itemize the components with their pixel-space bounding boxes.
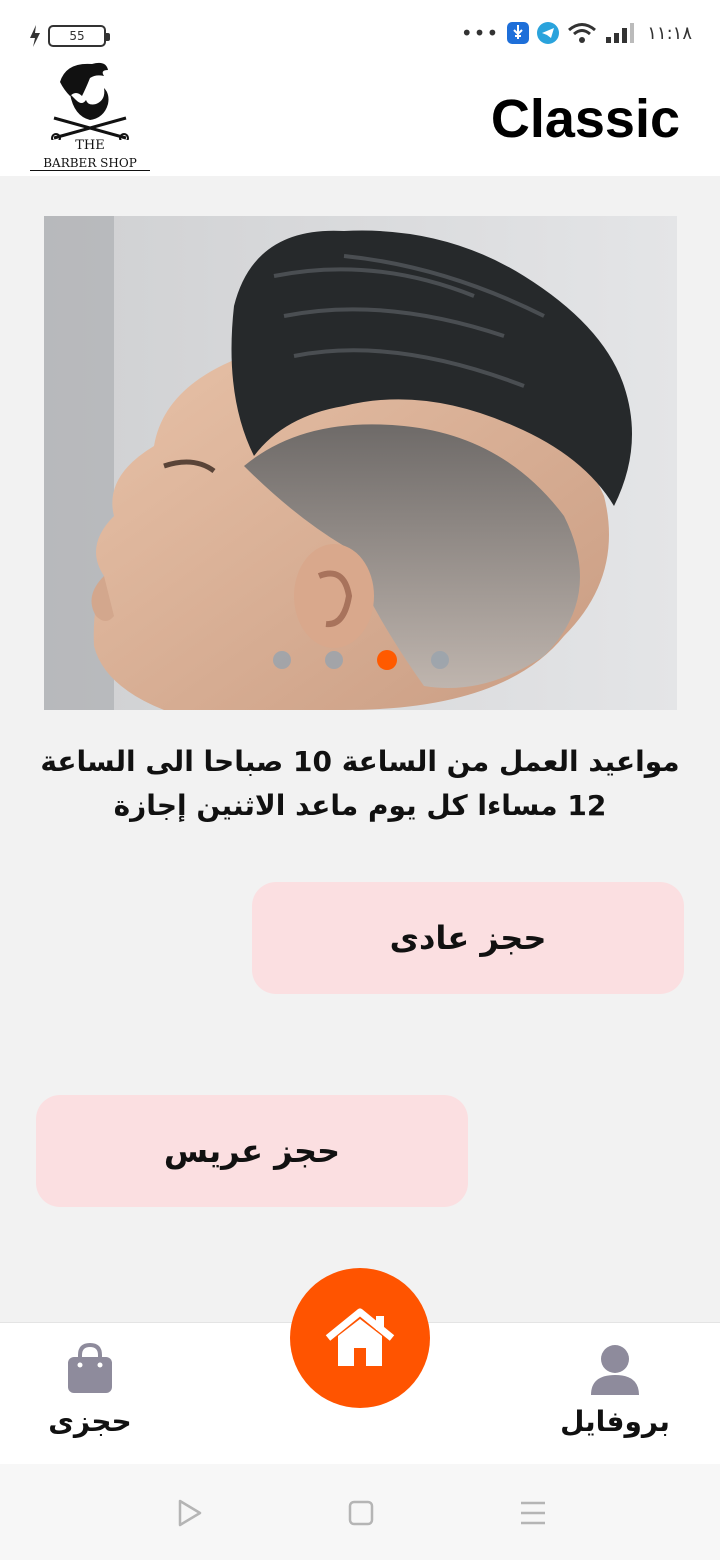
haircut-carousel[interactable] [44, 216, 677, 710]
home-button[interactable] [290, 1268, 430, 1408]
battery-icon: 55 [48, 25, 110, 47]
menu-lines-icon [521, 1501, 545, 1525]
working-hours-line-1: مواعيد العمل من الساعة 10 صباحا الى السا… [40, 745, 680, 778]
square-home-icon [348, 1500, 374, 1526]
nav-profile[interactable]: بروفايل [560, 1343, 670, 1438]
working-hours-text: مواعيد العمل من الساعة 10 صباحا الى السا… [40, 740, 680, 828]
carousel-dot-2[interactable] [324, 651, 343, 669]
app-header: THE BARBER SHOP Classic [0, 60, 720, 176]
carousel-dot-4[interactable] [430, 651, 449, 669]
more-notifications-icon: ••• [460, 21, 500, 45]
groom-booking-button[interactable]: حجز عريس [36, 1095, 468, 1207]
logo-text-barber-shop: BARBER SHOP [30, 156, 150, 171]
wifi-icon [568, 23, 597, 43]
nav-my-bookings-label: حجزى [48, 1405, 132, 1438]
page-title: Classic [490, 89, 680, 149]
barber-shop-logo: THE BARBER SHOP [30, 60, 150, 176]
normal-booking-button[interactable]: حجز عادى [252, 882, 684, 994]
shopping-bag-icon [68, 1343, 112, 1393]
status-left: 55 [28, 24, 110, 48]
system-back-button[interactable] [175, 1498, 205, 1528]
nav-profile-label: بروفايل [560, 1405, 670, 1438]
carousel-dot-1[interactable] [272, 651, 291, 669]
system-navigation-bar [0, 1464, 720, 1560]
logo-text-the: THE [75, 138, 105, 153]
charging-icon [30, 25, 40, 47]
clock: ١١:١٨ [647, 22, 692, 44]
telegram-icon [537, 22, 560, 44]
working-hours-line-2: 12 مساءا كل يوم ماعد الاثنين إجازة [113, 789, 607, 822]
signal-icon [606, 23, 635, 43]
home-icon [325, 1308, 395, 1366]
haircut-photo [44, 216, 677, 710]
carousel-indicators [44, 650, 677, 670]
play-back-icon [178, 1499, 202, 1527]
status-right: ••• ١١:١٨ [461, 22, 692, 44]
nav-my-bookings[interactable]: حجزى [40, 1343, 140, 1438]
barber-head-icon [51, 62, 129, 143]
status-bar: 55 ••• ١١:١٨ [0, 0, 720, 60]
system-menu-button[interactable] [518, 1498, 548, 1528]
system-home-button[interactable] [346, 1498, 376, 1528]
carousel-dot-3-active[interactable] [376, 650, 397, 670]
user-icon [591, 1345, 639, 1395]
battery-level: 55 [69, 29, 85, 43]
usb-icon [507, 22, 530, 44]
